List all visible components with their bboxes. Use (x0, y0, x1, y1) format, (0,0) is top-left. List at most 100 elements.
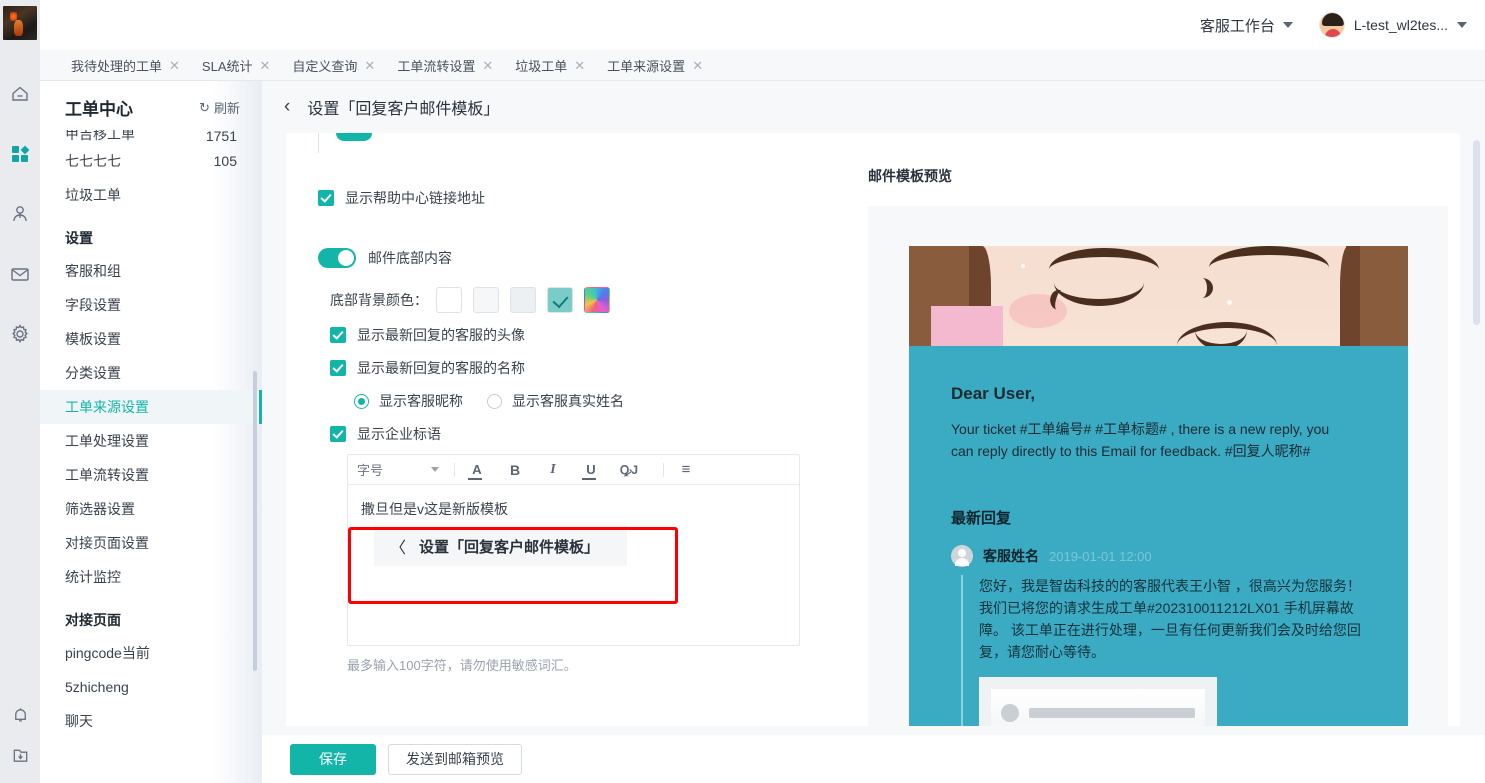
sidebar-header: 工单中心 ↻ 刷新 (40, 81, 262, 130)
home-icon[interactable] (0, 74, 40, 114)
settings-card: 显示帮助中心链接地址 邮件底部内容 底部背景颜色： 显示最新回复的客服的头像 显… (286, 133, 1460, 726)
close-icon[interactable]: ✕ (574, 59, 585, 72)
help-center-link-checkbox[interactable] (318, 190, 334, 206)
sidebar-item-clipped[interactable]: 甲吉移工单 1751 (40, 130, 262, 144)
toolbar-divider (454, 462, 455, 477)
show-avatar-checkbox[interactable] (330, 327, 346, 343)
sidebar-item-stats-monitoring[interactable]: 统计监控 (40, 560, 262, 594)
settings-gear-icon[interactable] (0, 314, 40, 354)
swatch-teal[interactable] (547, 287, 573, 313)
sidebar-item-category-settings[interactable]: 分类设置 (40, 356, 262, 390)
help-center-link-checkbox-row[interactable]: 显示帮助中心链接地址 (318, 188, 858, 208)
sidebar-item-qiqiqiqi[interactable]: 七七七七 105 (40, 144, 262, 178)
sidebar-item-agents-groups[interactable]: 客服和组 (40, 254, 262, 288)
clipped-toggle-above[interactable] (336, 133, 372, 141)
sidebar-item-template-settings[interactable]: 模板设置 (40, 322, 262, 356)
sidebar-item-label: 工单处理设置 (65, 433, 149, 449)
sidebar-item-label: 工单流转设置 (65, 467, 149, 483)
sidebar-item-label: 七七七七 (65, 153, 121, 169)
sidebar-title: 工单中心 (65, 100, 133, 119)
sidebar-item-5zhicheng[interactable]: 5zhicheng (40, 670, 262, 704)
text-color-icon[interactable]: A (464, 458, 490, 482)
editor-embedded-chip[interactable]: 〈 设置「回复客户邮件模板」 (374, 526, 628, 566)
swatch-light-2[interactable] (510, 287, 536, 313)
sidebar-item-label: pingcode当前 (65, 645, 150, 661)
tab-ticket-flow-settings[interactable]: 工单流转设置 ✕ (386, 50, 504, 80)
sidebar-item-ticket-flow-settings[interactable]: 工单流转设置 (40, 458, 262, 492)
sidebar-item-spam[interactable]: 垃圾工单 (40, 178, 262, 212)
back-arrow-icon[interactable]: ‹ (284, 96, 290, 118)
font-size-select[interactable]: 字号 (357, 460, 445, 479)
agent-name: 客服姓名 (983, 548, 1039, 564)
sidebar-item-ticket-source-settings[interactable]: 工单来源设置 (40, 390, 262, 424)
close-icon[interactable]: ✕ (364, 59, 375, 72)
refresh-button[interactable]: ↻ 刷新 (199, 98, 240, 117)
download-folder-icon[interactable] (0, 735, 40, 775)
tab-label: 垃圾工单 (515, 58, 568, 74)
sidebar-item-label: 聊天 (65, 713, 93, 729)
swatch-custom-rainbow[interactable] (584, 287, 610, 313)
editor-toolbar: 字号 A B I U ꝘJ ≡ (348, 455, 799, 485)
save-button[interactable]: 保存 (290, 743, 376, 775)
sidebar-item-chat[interactable]: 聊天 (40, 704, 262, 738)
sidebar-item-label: 对接页面设置 (65, 535, 149, 551)
swatch-light-1[interactable] (473, 287, 499, 313)
sidebar-item-filter-settings[interactable]: 筛选器设置 (40, 492, 262, 526)
tab-label: 我待处理的工单 (71, 58, 163, 74)
tab-custom-query[interactable]: 自定义查询 ✕ (281, 50, 386, 80)
bold-icon[interactable]: B (502, 458, 528, 482)
close-icon[interactable]: ✕ (482, 59, 493, 72)
workspace-selector[interactable]: 客服工作台 (1200, 15, 1293, 36)
footer-content-toggle-row[interactable]: 邮件底部内容 (318, 248, 858, 268)
editor-body[interactable]: 撒旦但是v这是新版模板 〈 设置「回复客户邮件模板」 (348, 485, 799, 645)
align-icon[interactable]: ≡ (673, 458, 699, 482)
tab-spam-tickets[interactable]: 垃圾工单 ✕ (504, 50, 596, 80)
tab-sla-stats[interactable]: SLA统计 ✕ (191, 50, 281, 80)
apps-grid-icon[interactable] (0, 134, 40, 174)
refresh-label: 刷新 (213, 101, 240, 116)
editor-chip-text: 设置「回复客户邮件模板」 (419, 538, 600, 556)
sidebar-item-ticket-handling-settings[interactable]: 工单处理设置 (40, 424, 262, 458)
sidebar-scrollbar[interactable] (253, 371, 257, 671)
swatch-white[interactable] (436, 287, 462, 313)
show-slogan-checkbox[interactable] (330, 426, 346, 442)
customer-icon[interactable] (0, 194, 40, 234)
tab-my-pending[interactable]: 我待处理的工单 ✕ (60, 50, 191, 80)
footer-content-toggle[interactable] (318, 248, 356, 268)
email-hero-image (909, 246, 1408, 346)
close-icon[interactable]: ✕ (260, 59, 271, 72)
name-type-radio-group: 显示客服昵称 显示客服真实姓名 (354, 391, 858, 411)
radio-realname[interactable] (487, 393, 502, 409)
page-scrollbar[interactable] (1473, 140, 1480, 325)
bell-icon[interactable] (0, 695, 40, 735)
italic-icon[interactable]: I (540, 458, 566, 482)
chevron-down-icon (1457, 22, 1467, 28)
tab-label: SLA统计 (201, 58, 253, 74)
underline-icon[interactable]: U (578, 458, 604, 482)
strikethrough-icon[interactable]: ꝘJ (616, 458, 642, 482)
show-slogan-checkbox-row[interactable]: 显示企业标语 (330, 424, 858, 444)
close-icon[interactable]: ✕ (692, 59, 703, 72)
tab-ticket-source-settings[interactable]: 工单来源设置 ✕ (596, 50, 714, 80)
send-email-preview-button[interactable]: 发送到邮箱预览 (388, 743, 522, 775)
sidebar-item-pingcode[interactable]: pingcode当前 (40, 636, 262, 670)
mail-icon[interactable] (0, 254, 40, 294)
sidebar-group-pages: 对接页面 (65, 612, 121, 628)
show-avatar-checkbox-row[interactable]: 显示最新回复的客服的头像 (330, 325, 858, 345)
preview-title: 邮件模板预览 (868, 168, 952, 184)
sidebar-item-field-settings[interactable]: 字段设置 (40, 288, 262, 322)
close-icon[interactable]: ✕ (169, 59, 180, 72)
show-name-checkbox-row[interactable]: 显示最新回复的客服的名称 (330, 358, 858, 378)
preview-frame: Dear User, Your ticket #工单编号# #工单标题# , t… (868, 206, 1448, 726)
sidebar-item-count: 1751 (205, 130, 237, 144)
tab-label: 工单来源设置 (607, 58, 686, 74)
user-menu[interactable]: L-test_wl2tes... (1318, 12, 1467, 38)
sidebar-item-label: 甲吉移工单 (65, 130, 135, 142)
background-color-label: 底部背景颜色： (330, 292, 428, 308)
slogan-rich-text-editor[interactable]: 字号 A B I U ꝘJ ≡ 撒旦但是v这是新版模板 〈 设置「回复客户邮件模… (347, 454, 800, 646)
show-name-label: 显示最新回复的客服的名称 (357, 360, 525, 376)
show-slogan-label: 显示企业标语 (357, 426, 441, 442)
radio-nickname[interactable] (354, 393, 369, 409)
sidebar-item-integration-page-settings[interactable]: 对接页面设置 (40, 526, 262, 560)
show-name-checkbox[interactable] (330, 360, 346, 376)
